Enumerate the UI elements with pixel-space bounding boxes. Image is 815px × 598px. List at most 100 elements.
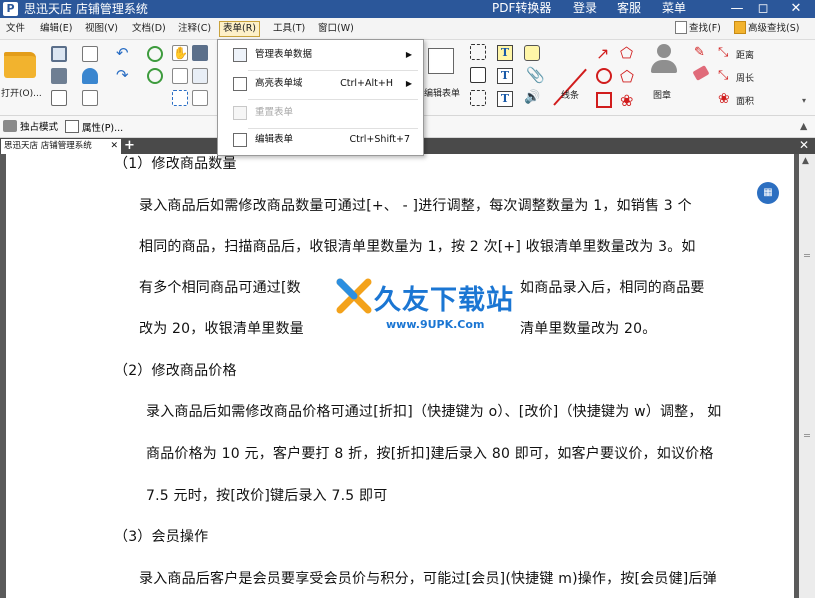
menu-form[interactable]: 表单(R): [219, 21, 261, 37]
eraser-icon[interactable]: [692, 65, 710, 81]
back-icon[interactable]: [147, 46, 163, 62]
tab-close-icon[interactable]: ✕: [110, 139, 118, 153]
edit-form-label[interactable]: 编辑表单: [424, 86, 460, 99]
note-icon[interactable]: [524, 45, 540, 61]
vertical-scrollbar[interactable]: ▲: [799, 154, 815, 598]
open-label[interactable]: 打开(O)...: [1, 86, 42, 99]
document-tab[interactable]: 思迅天店 店铺管理系统 ✕: [1, 139, 121, 154]
document-tab-label: 思迅天店 店铺管理系统: [4, 141, 92, 151]
open-folder-icon[interactable]: [4, 52, 36, 78]
advanced-find-icon: [734, 21, 746, 34]
scroll-up-icon[interactable]: ▲: [802, 156, 809, 166]
new-tab-icon[interactable]: +: [124, 138, 135, 153]
save-icon[interactable]: [51, 46, 67, 62]
ribbon-expand-icon[interactable]: ▾: [802, 96, 806, 105]
attachment-icon[interactable]: 📎: [526, 66, 545, 84]
menu-item-manage-form-data[interactable]: 管理表单数据 ▶: [218, 44, 423, 66]
menu-item-edit-form[interactable]: 编辑表单 Ctrl+Shift+7: [218, 129, 423, 151]
properties-label: 属性(P)...: [82, 123, 124, 134]
pdf-converter-button[interactable]: PDF转换器: [492, 0, 551, 18]
close-icon[interactable]: ✕: [783, 0, 809, 18]
textbox-icon[interactable]: T: [497, 68, 513, 84]
cloud-icon[interactable]: [82, 68, 98, 84]
callout-icon[interactable]: T: [497, 91, 513, 107]
crop-icon[interactable]: [192, 90, 208, 106]
hand-tool-icon[interactable]: ✋: [172, 45, 188, 61]
page-thumbnail-icon[interactable]: ▦: [757, 182, 779, 204]
find-label: 查找(F): [689, 23, 721, 34]
oval-tool-icon[interactable]: [596, 68, 612, 84]
area-label[interactable]: 面积: [736, 94, 754, 107]
select-tool-icon[interactable]: [192, 68, 208, 84]
section-heading: （2）修改商品价格: [114, 363, 237, 379]
watermark-brand: 久友下载站: [374, 285, 514, 316]
export-icon[interactable]: [51, 90, 67, 106]
properties-icon: [65, 120, 79, 133]
scroll-thumb[interactable]: [804, 434, 810, 437]
perimeter-icon[interactable]: ⤡: [718, 68, 728, 83]
pentagon-tool-icon[interactable]: ⬠: [620, 67, 634, 86]
menu-item-highlight-fields[interactable]: 高亮表单域 Ctrl+Alt+H ▶: [218, 73, 423, 95]
menu-window[interactable]: 窗口(W): [315, 21, 357, 37]
menu-comment[interactable]: 注释(C): [175, 21, 214, 37]
distance-icon[interactable]: ⤡: [718, 45, 728, 60]
arrow-tool-icon[interactable]: ↗: [596, 44, 609, 63]
undo-icon[interactable]: ↶: [116, 44, 129, 62]
lines-label[interactable]: 线条: [561, 88, 579, 101]
menu-item-label: 编辑表单: [255, 134, 294, 145]
paragraph-line: 商品价格为 10 元，客户要打 8 折，按[折扣]建后录入 80 即可，如客户要…: [146, 446, 714, 462]
highlight-fields-icon: [233, 77, 247, 91]
typewriter-icon[interactable]: T: [497, 45, 513, 61]
stamp-label[interactable]: 图章: [653, 88, 671, 101]
exclusive-mode-button[interactable]: 独占模式: [3, 120, 58, 135]
sound-icon[interactable]: 🔊: [524, 90, 540, 105]
submenu-arrow-icon: ▶: [405, 50, 412, 59]
select-text-icon[interactable]: [172, 68, 188, 84]
service-button[interactable]: 客服: [617, 0, 641, 18]
pencil-icon[interactable]: ✎: [694, 45, 705, 60]
menu-item-shortcut: Ctrl+Shift+7: [349, 134, 410, 145]
menu-item-label: 重置表单: [255, 107, 294, 118]
paragraph-line: 7.5 元时，按[改价]键后录入 7.5 即可: [146, 488, 388, 504]
find-button[interactable]: 查找(F): [675, 20, 721, 38]
menu-tools[interactable]: 工具(T): [270, 21, 308, 37]
app-logo-icon: P: [3, 2, 18, 16]
document-page: （1）修改商品数量 录入商品后如需修改商品数量可通过[+、 - ]进行调整，每次…: [6, 154, 794, 598]
menu-bar: 文件 编辑(E) 视图(V) 文档(D) 注释(C) 表单(R) 工具(T) 窗…: [0, 18, 815, 40]
polygon-tool-icon[interactable]: ⬠: [620, 44, 633, 62]
menu-document[interactable]: 文档(D): [129, 21, 169, 37]
menu-button[interactable]: 菜单: [662, 0, 686, 18]
menu-file[interactable]: 文件: [3, 21, 28, 37]
login-button[interactable]: 登录: [573, 0, 597, 18]
menu-view[interactable]: 视图(V): [82, 21, 121, 37]
edit-form-icon[interactable]: [428, 48, 454, 74]
form-menu-dropdown: 管理表单数据 ▶ 高亮表单域 Ctrl+Alt+H ▶ 重置表单 编辑表单 Ct…: [217, 39, 424, 156]
menu-edit[interactable]: 编辑(E): [37, 21, 75, 37]
advanced-find-label: 高级查找(S): [748, 23, 800, 34]
email-icon[interactable]: [82, 46, 98, 62]
snapshot-icon[interactable]: [192, 45, 208, 61]
forward-icon[interactable]: [147, 68, 163, 84]
cloud-tool-icon[interactable]: ❀: [620, 91, 633, 110]
distance-label[interactable]: 距离: [736, 48, 754, 61]
marquee-zoom-icon[interactable]: [172, 90, 188, 106]
new-doc-icon[interactable]: [82, 90, 98, 106]
minimize-icon[interactable]: —: [724, 0, 750, 18]
field-list-icon[interactable]: [470, 90, 486, 106]
field-text-icon[interactable]: [470, 67, 486, 83]
maximize-icon[interactable]: ◻: [750, 0, 776, 18]
field-button-icon[interactable]: [470, 44, 486, 60]
section-heading: （3）会员操作: [114, 529, 209, 545]
stamp-icon[interactable]: [650, 44, 678, 74]
collapse-ribbon-icon[interactable]: ▲: [800, 120, 807, 134]
redo-icon[interactable]: ↷: [116, 66, 129, 84]
scroll-thumb[interactable]: [804, 254, 810, 257]
area-icon[interactable]: ❀: [718, 91, 730, 107]
advanced-find-button[interactable]: 高级查找(S): [734, 20, 799, 38]
watermark: 久友下载站 www.9UPK.Com: [276, 274, 536, 334]
perimeter-label[interactable]: 周长: [736, 71, 754, 84]
print-icon[interactable]: [51, 68, 67, 84]
close-all-tabs-icon[interactable]: ✕: [799, 138, 809, 153]
properties-button[interactable]: 属性(P)...: [65, 120, 123, 136]
rectangle-tool-icon[interactable]: [596, 92, 612, 108]
